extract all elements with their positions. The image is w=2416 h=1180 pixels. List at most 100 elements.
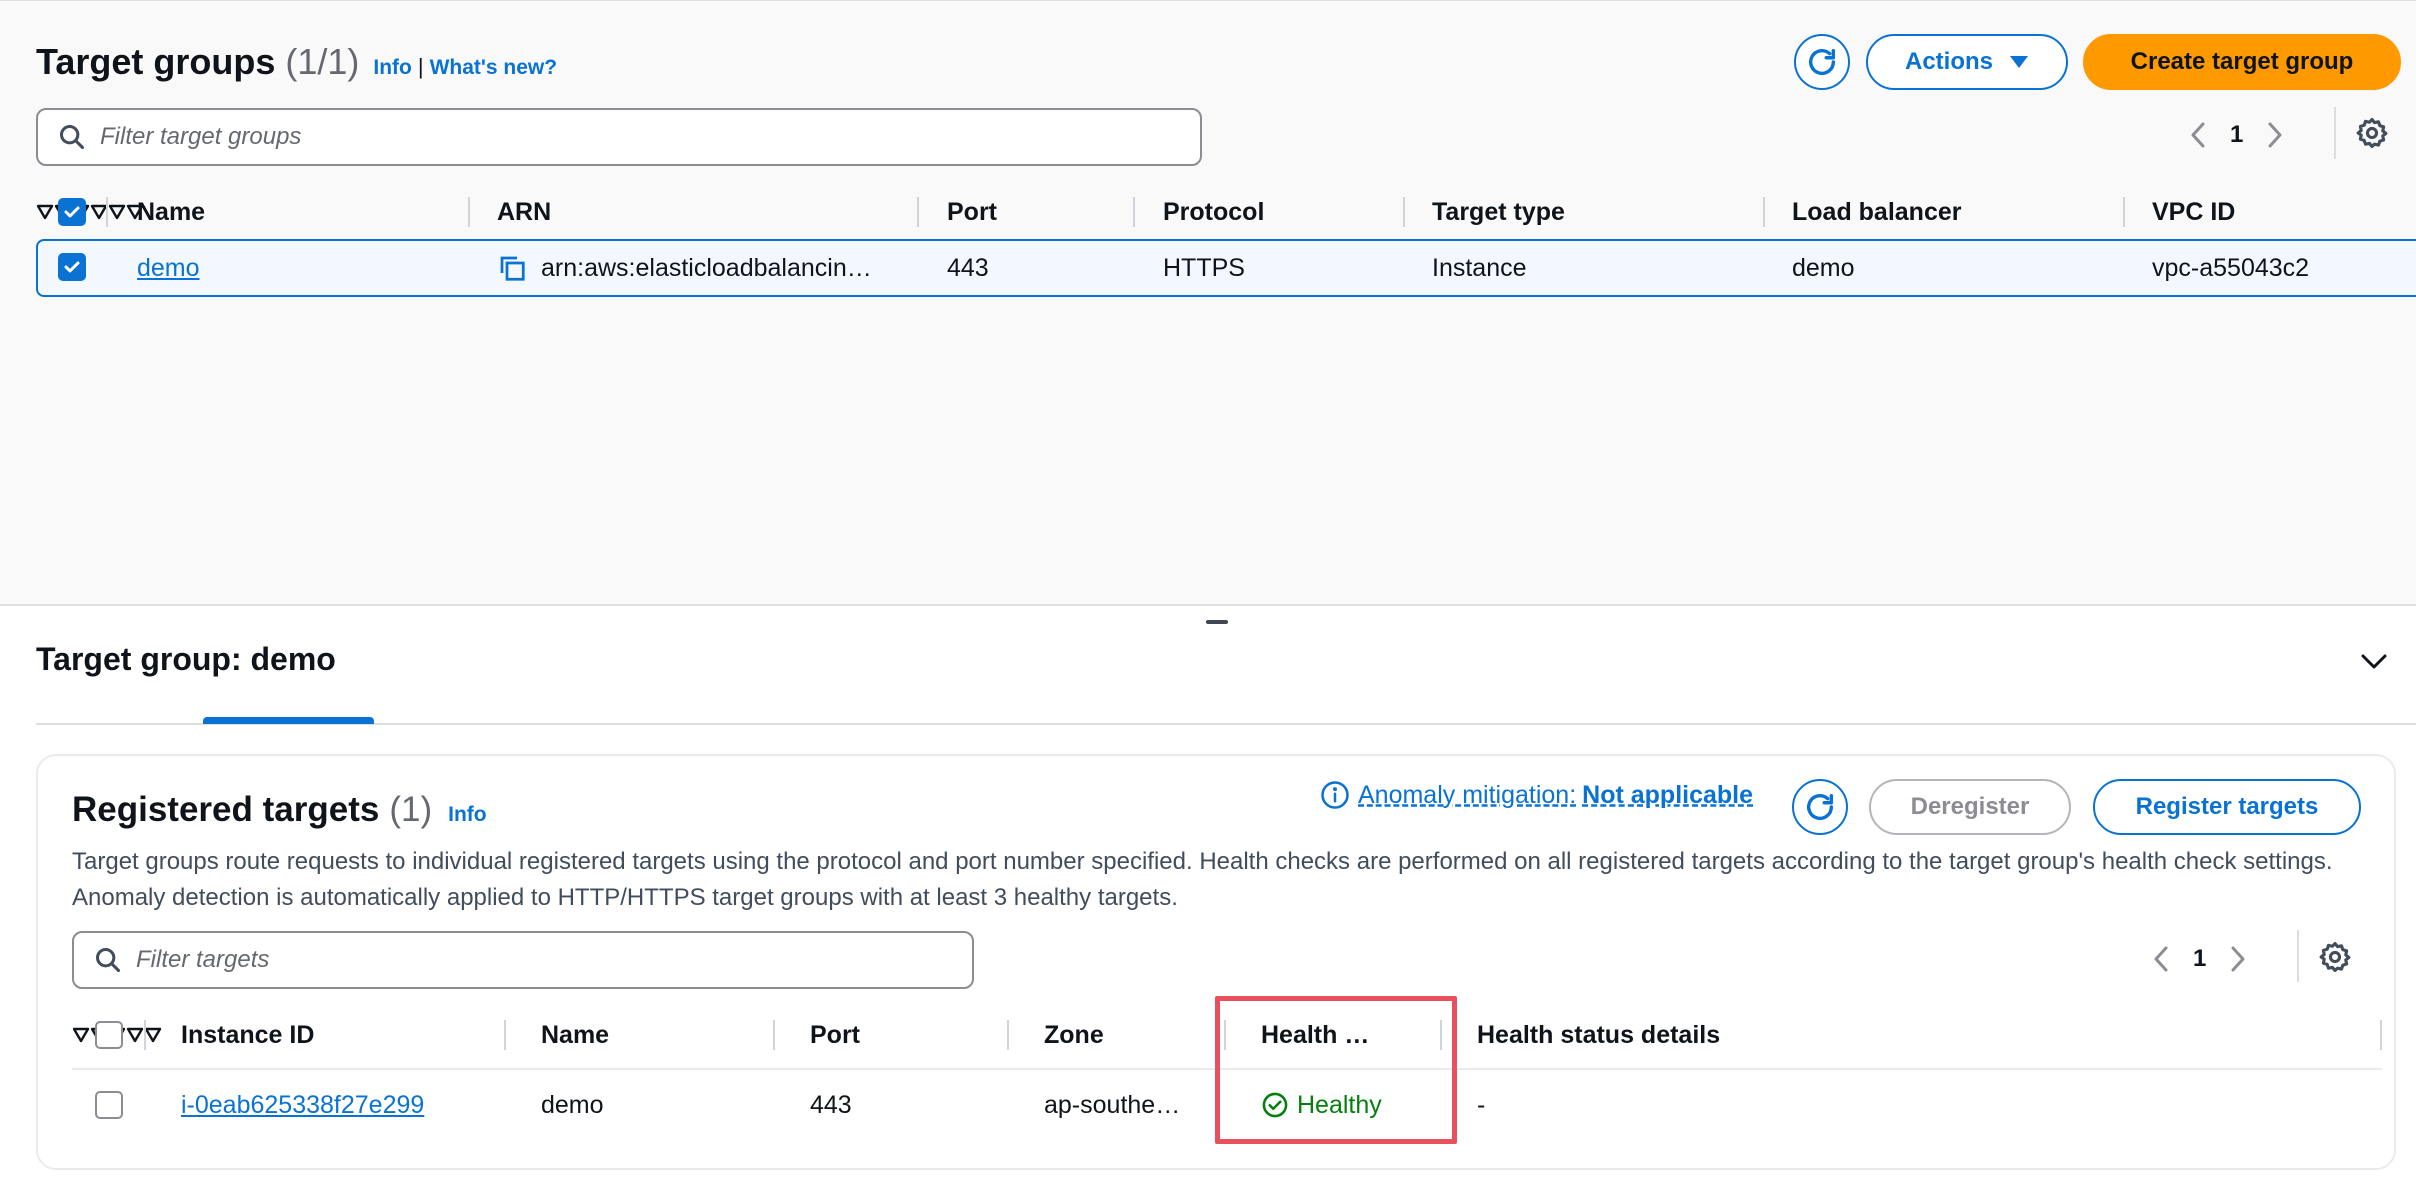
actions-button[interactable]: Actions bbox=[1866, 34, 2068, 90]
row-checkbox[interactable] bbox=[58, 253, 86, 281]
deregister-button[interactable]: Deregister bbox=[1869, 779, 2071, 835]
detail-panel-title: Target group: demo bbox=[36, 641, 336, 677]
registered-targets-title: Registered targets bbox=[72, 790, 380, 829]
registered-targets-header: Registered targets (1) Info bbox=[72, 790, 487, 830]
sort-icon[interactable] bbox=[108, 204, 126, 220]
create-target-group-label: Create target group bbox=[2130, 48, 2354, 75]
column-header-name[interactable]: Name bbox=[541, 1008, 609, 1062]
chevron-right-icon[interactable] bbox=[2226, 945, 2248, 973]
page-number[interactable]: 1 bbox=[2193, 945, 2206, 973]
create-target-group-button[interactable]: Create target group bbox=[2083, 34, 2401, 90]
target-row-checkbox[interactable] bbox=[95, 1091, 123, 1119]
info-icon bbox=[1321, 781, 1349, 809]
column-divider bbox=[917, 197, 919, 227]
link-separator: | bbox=[417, 54, 424, 79]
copy-arn-button[interactable] bbox=[497, 253, 527, 283]
split-panel-divider bbox=[0, 604, 2416, 606]
copy-icon bbox=[500, 256, 525, 281]
anomaly-mitigation-link[interactable]: Anomaly mitigation: Not applicable bbox=[1320, 780, 1753, 810]
column-divider bbox=[2380, 1020, 2382, 1050]
arn-cell: arn:aws:elasticloadbalancin… bbox=[497, 241, 872, 295]
refresh-targets-button[interactable] bbox=[1792, 779, 1848, 835]
column-divider bbox=[144, 1020, 146, 1050]
select-all-checkbox[interactable] bbox=[58, 198, 86, 226]
column-divider bbox=[468, 197, 470, 227]
header-row-divider bbox=[72, 1068, 2382, 1070]
health-details-cell: - bbox=[1477, 1090, 1486, 1119]
collapse-panel-button[interactable] bbox=[2356, 644, 2392, 680]
column-header-port[interactable]: Port bbox=[947, 185, 997, 239]
whats-new-link[interactable]: What's new? bbox=[430, 56, 558, 80]
preferences-button[interactable] bbox=[2355, 116, 2389, 150]
column-header-health-status-details[interactable]: Health status details bbox=[1477, 1008, 1720, 1062]
refresh-button[interactable] bbox=[1794, 34, 1850, 90]
status-badge: Healthy bbox=[1261, 1091, 1382, 1120]
chevron-left-icon[interactable] bbox=[2151, 945, 2173, 973]
column-header-port[interactable]: Port bbox=[810, 1008, 860, 1062]
chevron-right-icon[interactable] bbox=[2263, 121, 2285, 149]
column-header-zone[interactable]: Zone bbox=[1044, 1008, 1104, 1062]
column-divider bbox=[1007, 1020, 1009, 1050]
table-row[interactable]: demo arn:aws:elasticloadbalancin… 443 HT… bbox=[36, 239, 2416, 297]
resize-handle[interactable] bbox=[1206, 620, 1228, 624]
column-divider bbox=[1440, 1020, 1442, 1050]
register-targets-label: Register targets bbox=[2135, 793, 2319, 820]
table-row[interactable]: i-0eab625338f27e299 demo 443 ap-southe… … bbox=[72, 1078, 2382, 1132]
gear-icon bbox=[2356, 117, 2388, 149]
caret-down-icon bbox=[2010, 56, 2028, 68]
registered-targets-description: Target groups route requests to individu… bbox=[72, 848, 2333, 911]
chevron-left-icon[interactable] bbox=[2188, 121, 2210, 149]
target-groups-panel: Target groups (1/1) Info | What's new? A… bbox=[0, 0, 2416, 604]
pagination: 1 bbox=[2188, 115, 2285, 155]
pager-divider bbox=[2334, 107, 2336, 159]
targets-search[interactable] bbox=[72, 931, 974, 989]
check-icon bbox=[64, 206, 80, 218]
registered-targets-info-link[interactable]: Info bbox=[448, 803, 486, 827]
column-header-instance-id[interactable]: Instance ID bbox=[181, 1008, 314, 1062]
column-header-health-status[interactable]: Health … bbox=[1261, 1008, 1369, 1062]
column-header-protocol[interactable]: Protocol bbox=[1163, 185, 1264, 239]
column-divider bbox=[1403, 197, 1405, 227]
column-header-vpc-id[interactable]: VPC ID bbox=[2152, 185, 2235, 239]
select-all-targets-checkbox[interactable] bbox=[95, 1021, 123, 1049]
sort-icon[interactable] bbox=[126, 1027, 144, 1043]
target-name-cell: demo bbox=[541, 1090, 604, 1119]
column-header-arn[interactable]: ARN bbox=[497, 185, 551, 239]
column-header-name[interactable]: Name bbox=[137, 185, 205, 239]
column-header-load-balancer[interactable]: Load balancer bbox=[1792, 185, 1962, 239]
register-targets-button[interactable]: Register targets bbox=[2093, 779, 2361, 835]
check-icon bbox=[64, 261, 80, 273]
column-divider bbox=[1224, 1020, 1226, 1050]
vpc-id-cell: vpc-a55043c2 bbox=[2152, 253, 2310, 282]
protocol-cell: HTTPS bbox=[1163, 253, 1245, 282]
target-port-cell: 443 bbox=[810, 1090, 852, 1119]
target-group-name-link[interactable]: demo bbox=[137, 241, 200, 295]
search-icon bbox=[59, 124, 85, 150]
column-divider bbox=[504, 1020, 506, 1050]
sort-icon[interactable] bbox=[36, 204, 54, 220]
targets-search-input[interactable] bbox=[136, 946, 927, 974]
refresh-icon bbox=[1806, 793, 1834, 820]
targets-preferences-button[interactable] bbox=[2318, 940, 2352, 974]
refresh-icon bbox=[1808, 48, 1836, 75]
page-title: Target groups bbox=[36, 41, 276, 82]
target-groups-search[interactable] bbox=[36, 108, 1202, 166]
header-links: Info | What's new? bbox=[373, 54, 557, 80]
target-groups-search-input[interactable] bbox=[100, 123, 1128, 151]
sort-icon[interactable] bbox=[144, 1027, 162, 1043]
page-number[interactable]: 1 bbox=[2230, 121, 2243, 149]
sort-icon[interactable] bbox=[72, 1027, 90, 1043]
target-groups-table-header: Name ARN Port Protocol Target type Load … bbox=[36, 185, 2416, 239]
column-divider bbox=[773, 1020, 775, 1050]
deregister-label: Deregister bbox=[1910, 793, 2030, 820]
column-header-target-type[interactable]: Target type bbox=[1432, 185, 1565, 239]
anomaly-mitigation-label: Anomaly mitigation: bbox=[1358, 780, 1577, 809]
health-status-label: Healthy bbox=[1297, 1090, 1382, 1119]
instance-id-link[interactable]: i-0eab625338f27e299 bbox=[181, 1078, 424, 1132]
load-balancer-cell: demo bbox=[1792, 253, 1855, 282]
targets-pagination: 1 bbox=[2151, 939, 2248, 979]
anomaly-mitigation-value: Not applicable bbox=[1582, 780, 1754, 809]
active-tab-indicator[interactable] bbox=[203, 717, 374, 724]
info-link[interactable]: Info bbox=[373, 56, 411, 80]
actions-label: Actions bbox=[1904, 48, 1993, 75]
